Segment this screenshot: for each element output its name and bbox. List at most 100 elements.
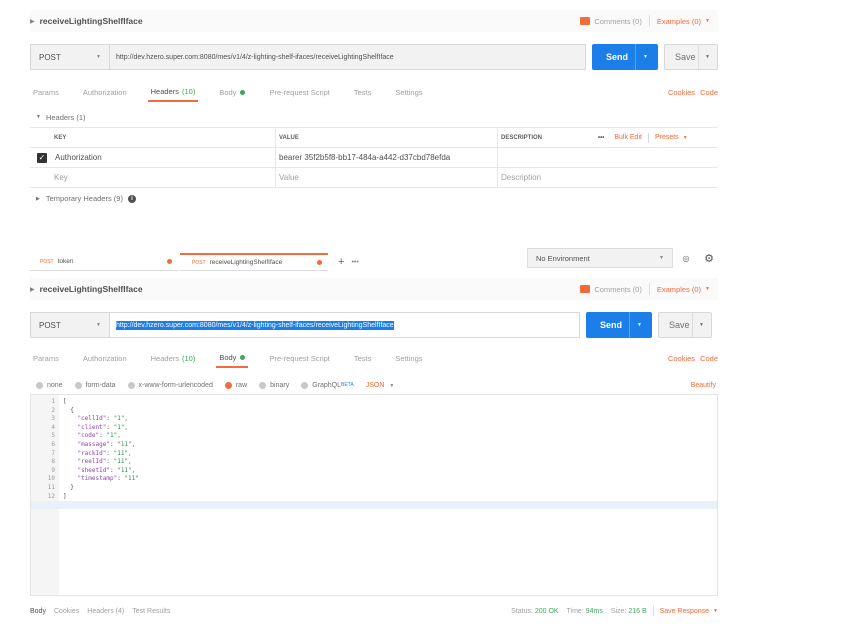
description-cell[interactable]	[498, 148, 718, 167]
request-name[interactable]: receiveLightingShelfIface	[40, 284, 143, 294]
radio-none[interactable]: none	[36, 381, 63, 389]
tab-name: receiveLightingShelfIface	[209, 259, 283, 266]
response-tab-test-results[interactable]: Test Results	[132, 608, 170, 615]
examples-link[interactable]: Examples (0)	[657, 17, 701, 26]
code-link[interactable]: Code	[700, 354, 718, 363]
chevron-down-icon[interactable]: ▼	[713, 608, 718, 614]
send-button[interactable]: Send ▼	[592, 44, 658, 70]
radio-form-data[interactable]: form-data	[74, 381, 116, 389]
tab-authorization[interactable]: Authorization	[80, 82, 130, 102]
header-key[interactable]: Authorization	[55, 153, 102, 162]
url-input[interactable]: http://dev.hzero.super.com:8080/mes/v1/4…	[110, 312, 580, 338]
expand-arrow-icon[interactable]: ▶	[30, 18, 35, 25]
tab-headers[interactable]: Headers (10)	[147, 82, 199, 102]
code-line[interactable]: "timestamp": "11"	[63, 475, 138, 483]
save-response-button[interactable]: Save Response	[660, 608, 709, 615]
code-line[interactable]: {	[63, 407, 74, 415]
tab-params[interactable]: Params	[30, 348, 62, 368]
key-cell[interactable]: ✓ Authorization	[30, 148, 276, 167]
code-line[interactable]: "rackId": "11",	[63, 450, 131, 458]
value-placeholder[interactable]: Value	[276, 168, 498, 187]
expand-arrow-icon[interactable]: ▶	[30, 286, 35, 293]
method-select[interactable]: POST ▼	[30, 44, 110, 70]
radio-urlencoded[interactable]: x-www-form-urlencoded	[127, 381, 213, 389]
cookies-link[interactable]: Cookies	[668, 88, 695, 97]
beautify-link[interactable]: Beautify	[691, 382, 716, 389]
format-select[interactable]: JSON ▼	[366, 382, 395, 389]
chevron-down-icon[interactable]: ▼	[698, 44, 710, 70]
comments-link[interactable]: Comments (0)	[594, 17, 642, 26]
more-tabs-icon[interactable]: •••	[351, 259, 358, 266]
divider	[647, 132, 649, 143]
gear-icon[interactable]: ⚙	[700, 248, 718, 268]
more-options-icon[interactable]: •••	[598, 135, 604, 141]
value-cell[interactable]: bearer 35f2b5f8-bb17-484a-a442-d37cbd78e…	[276, 148, 498, 167]
chevron-down-icon[interactable]: ▼	[629, 312, 642, 338]
tab-settings[interactable]: Settings	[392, 348, 425, 368]
eye-icon[interactable]: ◎	[677, 248, 695, 268]
response-tab-headers[interactable]: Headers (4)	[87, 608, 124, 615]
tab-headers[interactable]: Headers (10)	[148, 348, 199, 368]
comments-link[interactable]: Comments (0)	[594, 285, 642, 294]
tab-body[interactable]: Body	[216, 82, 248, 102]
cookies-link[interactable]: Cookies	[668, 354, 695, 363]
new-tab-icon[interactable]: +	[338, 256, 344, 268]
chevron-down-icon[interactable]: ▼	[705, 286, 710, 292]
code-line[interactable]: }	[63, 484, 74, 492]
comment-icon[interactable]	[580, 285, 591, 293]
bulk-edit-link[interactable]: Bulk Edit	[614, 134, 642, 141]
info-icon[interactable]: i	[127, 194, 136, 203]
json-key: "timestamp"	[77, 475, 118, 483]
environment-select[interactable]: No Environment ▼	[527, 248, 673, 268]
size-label: Size:	[610, 607, 627, 615]
status-value: 200 OK	[534, 607, 559, 615]
radio-raw[interactable]: raw	[224, 381, 247, 389]
response-tab-cookies[interactable]: Cookies	[54, 608, 79, 615]
headers-section-toggle[interactable]: ▼ Headers (1)	[30, 110, 718, 124]
send-button[interactable]: Send ▼	[586, 312, 652, 338]
save-button[interactable]: Save ▼	[664, 44, 718, 70]
code-line[interactable]: "massage": "11",	[63, 441, 135, 449]
chevron-down-icon[interactable]: ▼	[692, 312, 704, 338]
code-line[interactable]: [	[63, 398, 67, 406]
tab-pre-request-script[interactable]: Pre-request Script	[266, 348, 332, 368]
save-label: Save	[675, 52, 696, 62]
chevron-down-icon[interactable]: ▼	[705, 18, 710, 24]
checkbox-checked-icon[interactable]: ✓	[37, 152, 47, 163]
url-selected-text: http://dev.hzero.super.com:8080/mes/v1/4…	[116, 320, 394, 330]
code-line[interactable]: "cellId": "1",	[63, 415, 128, 423]
response-tab-body[interactable]: Body	[30, 608, 46, 615]
code-line[interactable]: "client": "1",	[63, 424, 128, 432]
save-button[interactable]: Save ▼	[658, 312, 712, 338]
request-tab-token[interactable]: POST token	[30, 253, 178, 271]
method-select[interactable]: POST ▼	[30, 312, 110, 338]
url-input[interactable]: http://dev.hzero.super.com:8080/mes/v1/4…	[110, 44, 586, 70]
key-placeholder[interactable]: Key	[30, 168, 276, 187]
code-line[interactable]: "reelId": "11",	[63, 458, 131, 466]
code-link[interactable]: Code	[700, 88, 718, 97]
tab-authorization[interactable]: Authorization	[80, 348, 130, 368]
tab-pre-request-script[interactable]: Pre-request Script	[266, 82, 332, 102]
request-tab-receive[interactable]: POST receiveLightingShelfIface	[180, 253, 328, 271]
presets-dropdown[interactable]: Presets	[655, 134, 679, 141]
code-editor[interactable]: 1 [2 {3 "cellId": "1", 4 "client": "1", 5 "…	[30, 394, 718, 596]
chevron-down-icon[interactable]: ▼	[635, 44, 648, 70]
tab-tests[interactable]: Tests	[351, 82, 375, 102]
tab-body[interactable]: Body	[216, 348, 249, 368]
code-line[interactable]: ]	[63, 493, 67, 501]
code-line[interactable]: "sheetId": "11",	[63, 467, 135, 475]
code-line[interactable]: "code": "1",	[63, 432, 120, 440]
comment-icon[interactable]	[580, 17, 591, 25]
radio-graphql[interactable]: GraphQL BETA	[301, 381, 354, 389]
tab-tests[interactable]: Tests	[351, 348, 375, 368]
temporary-headers-toggle[interactable]: ▶ Temporary Headers (9) i	[36, 194, 136, 203]
comments-examples: Comments (0) Examples (0) ▼	[580, 10, 710, 32]
tab-params[interactable]: Params	[30, 82, 62, 102]
request-name[interactable]: receiveLightingShelfIface	[40, 16, 143, 26]
tab-settings[interactable]: Settings	[392, 82, 425, 102]
description-placeholder[interactable]: Description	[498, 168, 718, 187]
chevron-down-icon[interactable]: ▼	[683, 135, 688, 141]
description-label: DESCRIPTION	[501, 134, 543, 141]
radio-binary[interactable]: binary	[259, 381, 289, 389]
examples-link[interactable]: Examples (0)	[657, 285, 701, 294]
